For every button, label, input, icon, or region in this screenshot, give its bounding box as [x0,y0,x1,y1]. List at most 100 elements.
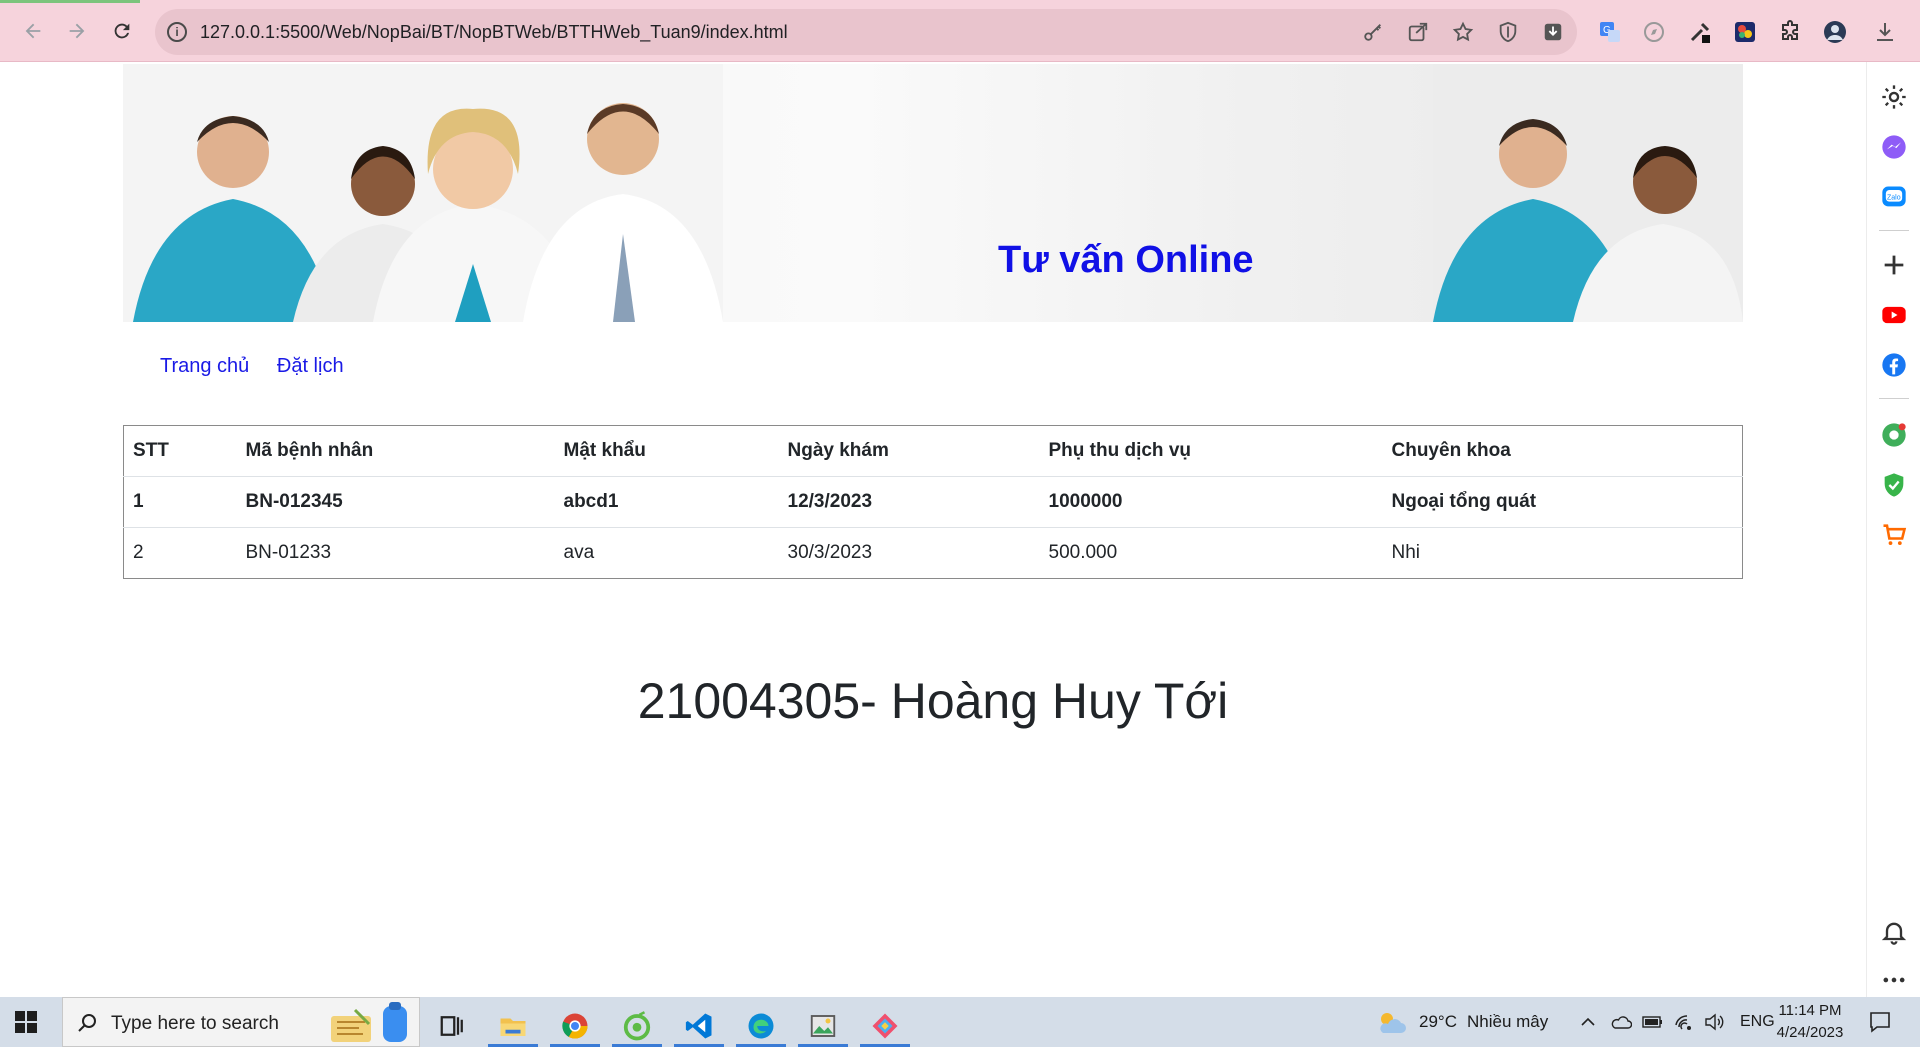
taskbar-clock[interactable]: 11:14 PM 4/24/2023 [1772,1000,1848,1044]
menu-link-trang-chu[interactable]: Trang chủ [160,355,249,377]
reload-button[interactable] [107,16,137,46]
taskbar-coccoc[interactable] [612,1004,662,1047]
side-youtube-button[interactable] [1879,300,1909,330]
student-heading: 21004305- Hoàng Huy Tới [637,673,1229,729]
table-cell: Nhi [1391,542,1421,563]
shopping-cart-icon [1883,524,1907,546]
forward-button[interactable] [62,16,92,46]
compass-extension-icon[interactable] [1642,20,1666,44]
soccer-ball-icon [1882,423,1906,447]
chrome-icon [562,1013,588,1039]
side-notifications-button[interactable] [1879,917,1909,947]
arrow-left-icon [25,23,41,39]
table-cell: BN-01233 [245,542,332,563]
downloads-icon[interactable] [1873,20,1897,44]
web-page: Tư vấn Online Trang chủ Đặt lịch STT Mã … [0,62,1866,997]
back-button[interactable] [18,16,48,46]
language-indicator[interactable]: ENG [1740,1013,1775,1031]
side-messenger-button[interactable] [1879,132,1909,162]
bookmark-star-icon[interactable] [1452,21,1474,43]
side-more-button[interactable] [1879,965,1909,995]
taskbar-vscode[interactable] [674,1004,724,1047]
task-view-button[interactable] [428,1004,478,1047]
vscode-icon [685,1013,712,1038]
reload-icon [114,23,130,39]
weather-condition: Nhiều mây [1466,1012,1549,1031]
eyedropper-extension-icon[interactable] [1688,20,1712,44]
windows-start-icon[interactable] [14,1010,38,1034]
green-shield-icon [1884,473,1904,497]
site-info-icon[interactable]: i [167,22,187,42]
table-cell: ava [563,542,595,563]
chevron-up-icon[interactable] [1580,1014,1596,1030]
search-placeholder: Type here to search [111,1013,279,1034]
taskbar-image-app[interactable] [798,1004,848,1047]
side-shopping-button[interactable] [1879,520,1909,550]
table-cell: 1 [123,476,237,528]
side-shield-extension-button[interactable] [1879,470,1909,500]
menu-link-dat-lich[interactable]: Đặt lịch [277,355,344,377]
side-facebook-button[interactable] [1879,350,1909,380]
table-cell: Ngoại tổng quát [1382,476,1743,528]
address-bar[interactable]: i 127.0.0.1:5500/Web/NopBai/BT/NopBTWeb/… [155,9,1577,55]
side-add-button[interactable] [1879,250,1909,280]
puzzle-extensions-icon[interactable] [1778,20,1802,44]
search-highlight-illustration-icon [331,1002,407,1042]
table-cell: 12/3/2023 [778,476,1040,528]
svg-text:Zalo: Zalo [1887,194,1901,201]
diamond-app-icon [872,1013,898,1038]
arrow-right-icon [69,23,85,39]
table-row: 2 BN-01233 ava 30/3/2023 500.000 Nhi [124,528,1743,579]
table-cell: 2 [133,542,144,563]
taskbar-search-box[interactable]: Type here to search [62,997,420,1047]
color-palette-extension-icon[interactable] [1733,20,1757,44]
browser-side-panel: Zalo [1866,62,1920,997]
coccoc-icon [623,1010,651,1040]
weather-widget[interactable]: 29°C Nhiều mây [1375,997,1548,1047]
column-header: Phụ thu dịch vụ [1039,425,1383,477]
messenger-icon [1882,135,1906,159]
column-header: Mã bệnh nhân [236,425,555,477]
main-menu: Trang chủ Đặt lịch [160,355,366,378]
table-cell: abcd1 [554,476,779,528]
side-settings-button[interactable] [1879,82,1909,112]
column-header: Chuyên khoa [1382,425,1743,477]
zalo-icon: Zalo [1882,186,1906,207]
windows-taskbar: Type here to search 29°C Nhiều mây ENG 1… [0,997,1920,1047]
side-zalo-button[interactable]: Zalo [1879,182,1909,212]
browser-toolbar: i 127.0.0.1:5500/Web/NopBai/BT/NopBTWeb/… [0,0,1920,62]
doctors-group-right-image [1433,64,1743,322]
photo-editor-icon [810,1014,836,1037]
taskbar-edge[interactable] [736,1004,786,1047]
side-divider [1879,398,1909,399]
folder-icon [500,1018,526,1036]
edge-icon [748,1013,774,1038]
cloud-sun-icon [1380,1013,1406,1033]
translate-extension-icon[interactable]: G [1598,20,1622,44]
wifi-icon[interactable] [1674,1013,1694,1031]
taskbar-chrome[interactable] [550,1004,600,1047]
column-header: STT [123,425,237,477]
taskbar-git-app[interactable] [860,1004,910,1047]
weather-temperature: 29°C [1419,1012,1457,1031]
battery-icon[interactable] [1642,1014,1664,1030]
onedrive-cloud-icon[interactable] [1610,1014,1632,1030]
notification-center-icon[interactable] [1868,1010,1892,1034]
taskbar-file-explorer[interactable] [488,1004,538,1047]
table-cell: 30/3/2023 [787,542,873,563]
key-icon[interactable] [1362,21,1384,43]
volume-icon[interactable] [1704,1013,1726,1031]
download-box-icon[interactable] [1542,21,1564,43]
column-header: Mật khẩu [554,425,779,477]
url-text: 127.0.0.1:5500/Web/NopBai/BT/NopBTWeb/BT… [200,22,788,42]
more-dots-icon [1883,977,1905,983]
side-extension-ball-button[interactable] [1879,420,1909,450]
loading-indicator [0,0,140,3]
shield-icon[interactable] [1497,21,1519,43]
share-icon[interactable] [1407,21,1429,43]
banner-title: Tư vấn Online [998,239,1254,281]
youtube-icon [1882,306,1906,324]
profile-avatar-icon[interactable] [1823,20,1847,44]
clock-time: 11:14 PM [1778,1002,1842,1019]
patients-table: STT Mã bệnh nhân Mật khẩu Ngày khám Phụ … [123,425,1743,579]
